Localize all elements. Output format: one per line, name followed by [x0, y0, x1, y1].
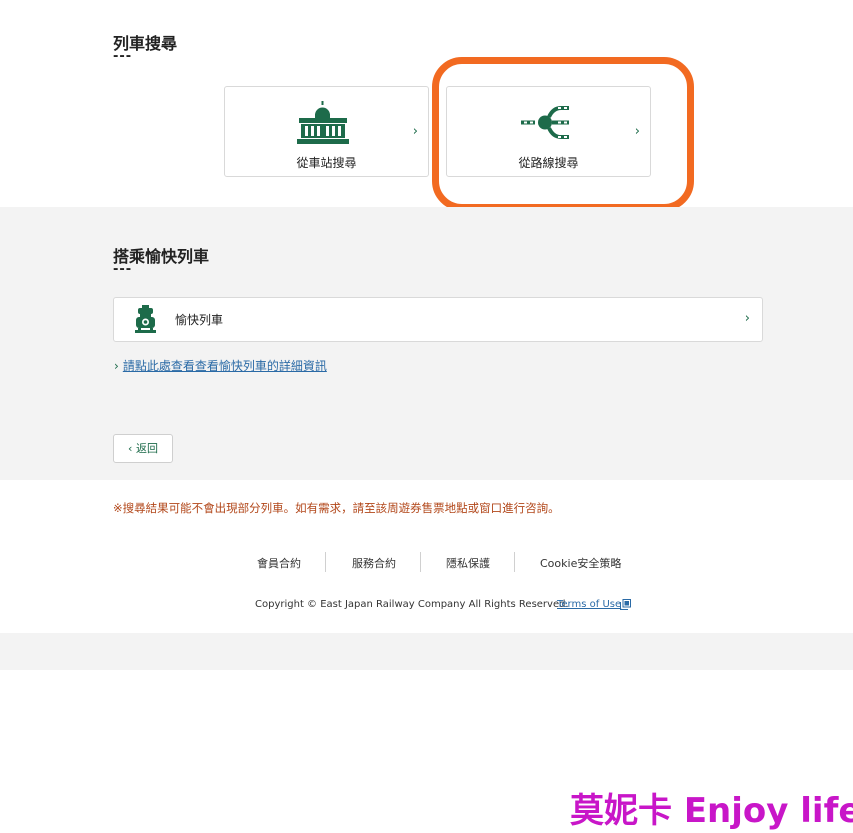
watermark-text: 莫妮卡 Enjoy life [570, 791, 853, 831]
footer-divider [325, 552, 326, 572]
footer-link-service[interactable]: 服務合約 [352, 555, 396, 571]
footer-link-privacy[interactable]: 隱私保護 [446, 555, 490, 571]
footer-divider [514, 552, 515, 572]
external-link-icon [620, 599, 631, 610]
joyful-train-info-link-text[interactable]: 請點此處查看查看愉快列車的詳細資訊 [123, 359, 327, 373]
chevron-right-icon: › [114, 359, 119, 373]
back-button[interactable]: ‹ 返回 [113, 434, 173, 463]
search-by-station-card[interactable]: 從車站搜尋 › [224, 86, 429, 177]
copyright-text: Copyright © East Japan Railway Company A… [255, 599, 569, 610]
chevron-right-icon: › [412, 124, 418, 139]
footer-link-membership[interactable]: 會員合約 [257, 555, 301, 571]
footer-links: 會員合約 服務合約 隱私保護 Cookie安全策略 [0, 555, 853, 573]
footer-link-cookie[interactable]: Cookie安全策略 [540, 555, 621, 571]
chevron-right-icon: › [744, 311, 750, 326]
train-search-title-underline: --- [113, 49, 133, 64]
search-by-station-label: 從車站搜尋 [296, 156, 357, 170]
station-building-icon [297, 101, 349, 144]
joyful-train-item[interactable]: 愉快列車 › [113, 297, 763, 342]
joyful-trains-title-underline: --- [113, 262, 133, 277]
orange-highlight-annotation [432, 57, 694, 211]
train-front-icon [135, 305, 156, 333]
search-notice: ※搜尋結果可能不會出現部分列車。如有需求，請至該周遊券售票地點或窗口進行咨詢。 [113, 501, 560, 515]
joyful-train-info-link[interactable]: › 請點此處查看查看愉快列車的詳細資訊 [114, 357, 327, 374]
terms-of-use-link[interactable]: Terms of Use [557, 599, 621, 610]
footer-divider [420, 552, 421, 572]
joyful-train-label: 愉快列車 [175, 313, 224, 327]
footer-bottom-band [0, 633, 853, 670]
